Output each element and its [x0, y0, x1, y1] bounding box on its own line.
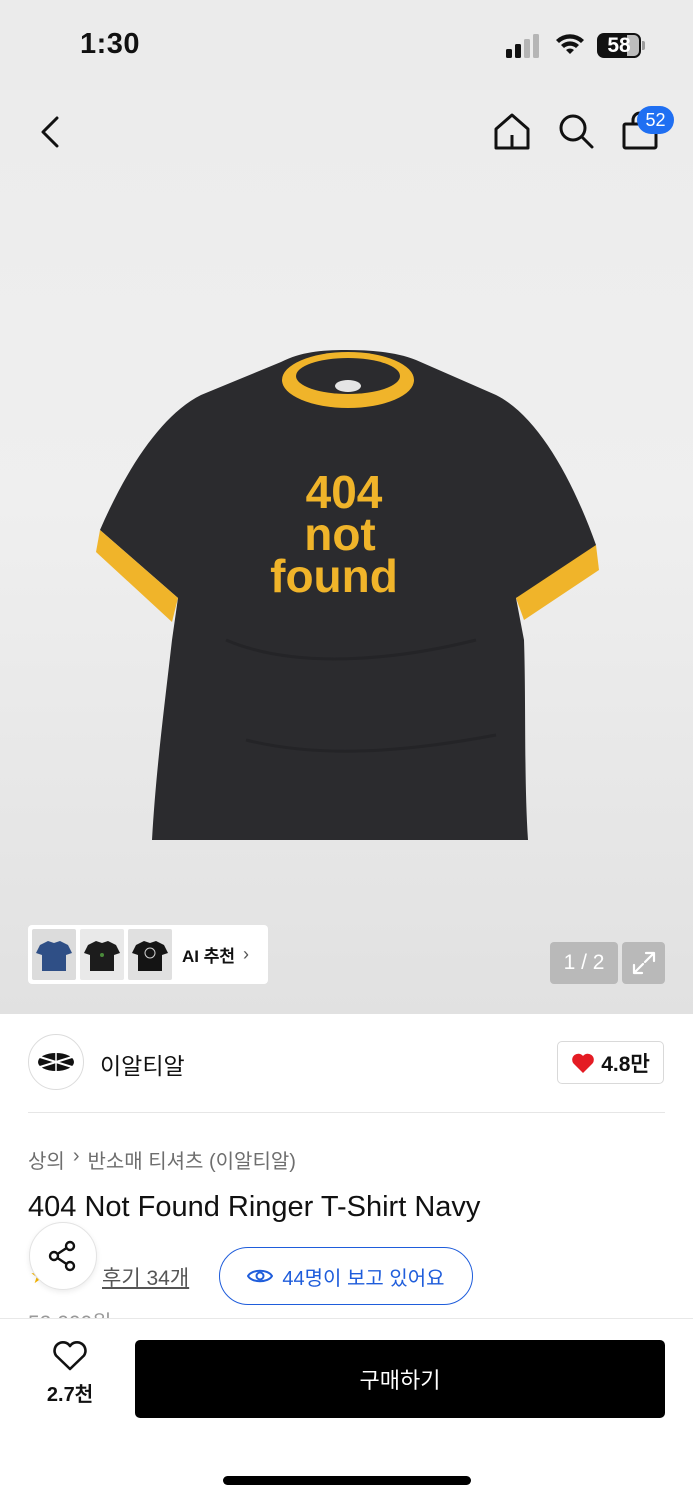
viewers-text: 44명이 보고 있어요 [282, 1267, 445, 1290]
search-button[interactable] [553, 108, 599, 154]
heart-filled-icon [572, 1053, 595, 1073]
brand-like-count: 4.8만 [601, 1052, 650, 1076]
ai-recommendation-button[interactable]: AI 추천 › [28, 925, 268, 984]
product-title: 404 Not Found Ringer T-Shirt Navy [28, 1191, 481, 1223]
expand-icon [632, 951, 655, 975]
back-button[interactable] [28, 110, 72, 154]
print-text-line-3: found [270, 550, 398, 602]
fullscreen-button[interactable] [622, 942, 665, 984]
recommendation-thumbnail [80, 929, 124, 980]
cart-count-badge: 52 [637, 106, 674, 134]
wishlist-count: 2.7천 [46, 1384, 94, 1406]
chevron-right-icon: › [243, 944, 250, 964]
buy-button[interactable]: 구매하기 [135, 1340, 665, 1418]
battery-indicator: 58 [597, 33, 645, 58]
heart-outline-icon [53, 1341, 87, 1371]
wifi-icon [556, 34, 584, 54]
eye-icon [247, 1269, 274, 1283]
image-counter: 1 / 2 [550, 942, 618, 984]
viewers-badge: 44명이 보고 있어요 [219, 1247, 473, 1305]
product-image-tshirt[interactable]: 404 not found [96, 340, 601, 850]
home-indicator [223, 1476, 471, 1485]
brand-name[interactable]: 이알티알 [100, 1047, 185, 1081]
brand-logo-icon [38, 1053, 74, 1071]
wishlist-button[interactable]: 2.7천 [30, 1340, 110, 1420]
home-button[interactable] [489, 108, 535, 154]
battery-level: 58 [607, 34, 631, 57]
brand-logo[interactable] [28, 1034, 84, 1090]
share-icon [48, 1240, 76, 1272]
breadcrumb-item-subcategory[interactable]: 반소매 티셔츠 (이알티알) [87, 1145, 295, 1174]
status-bar: 1:30 58 [0, 0, 693, 90]
search-icon [559, 114, 594, 149]
cellular-signal-icon [506, 34, 539, 58]
breadcrumb: 상의 › 반소매 티셔츠 (이알티알) [28, 1145, 296, 1174]
status-time: 1:30 [80, 28, 141, 60]
back-icon [41, 116, 59, 148]
chevron-right-icon: › [72, 1145, 80, 1167]
breadcrumb-item-category[interactable]: 상의 [28, 1145, 65, 1174]
home-icon [494, 113, 530, 150]
brand-like-button[interactable]: 4.8만 [557, 1041, 664, 1084]
ai-recommendation-label: AI 추천 [182, 947, 236, 966]
section-divider [28, 1112, 665, 1113]
recommendation-thumbnail [32, 929, 76, 980]
share-button[interactable] [29, 1222, 97, 1290]
recommendation-thumbnail [128, 929, 172, 980]
reviews-link[interactable]: 후기 34개 [102, 1262, 189, 1292]
